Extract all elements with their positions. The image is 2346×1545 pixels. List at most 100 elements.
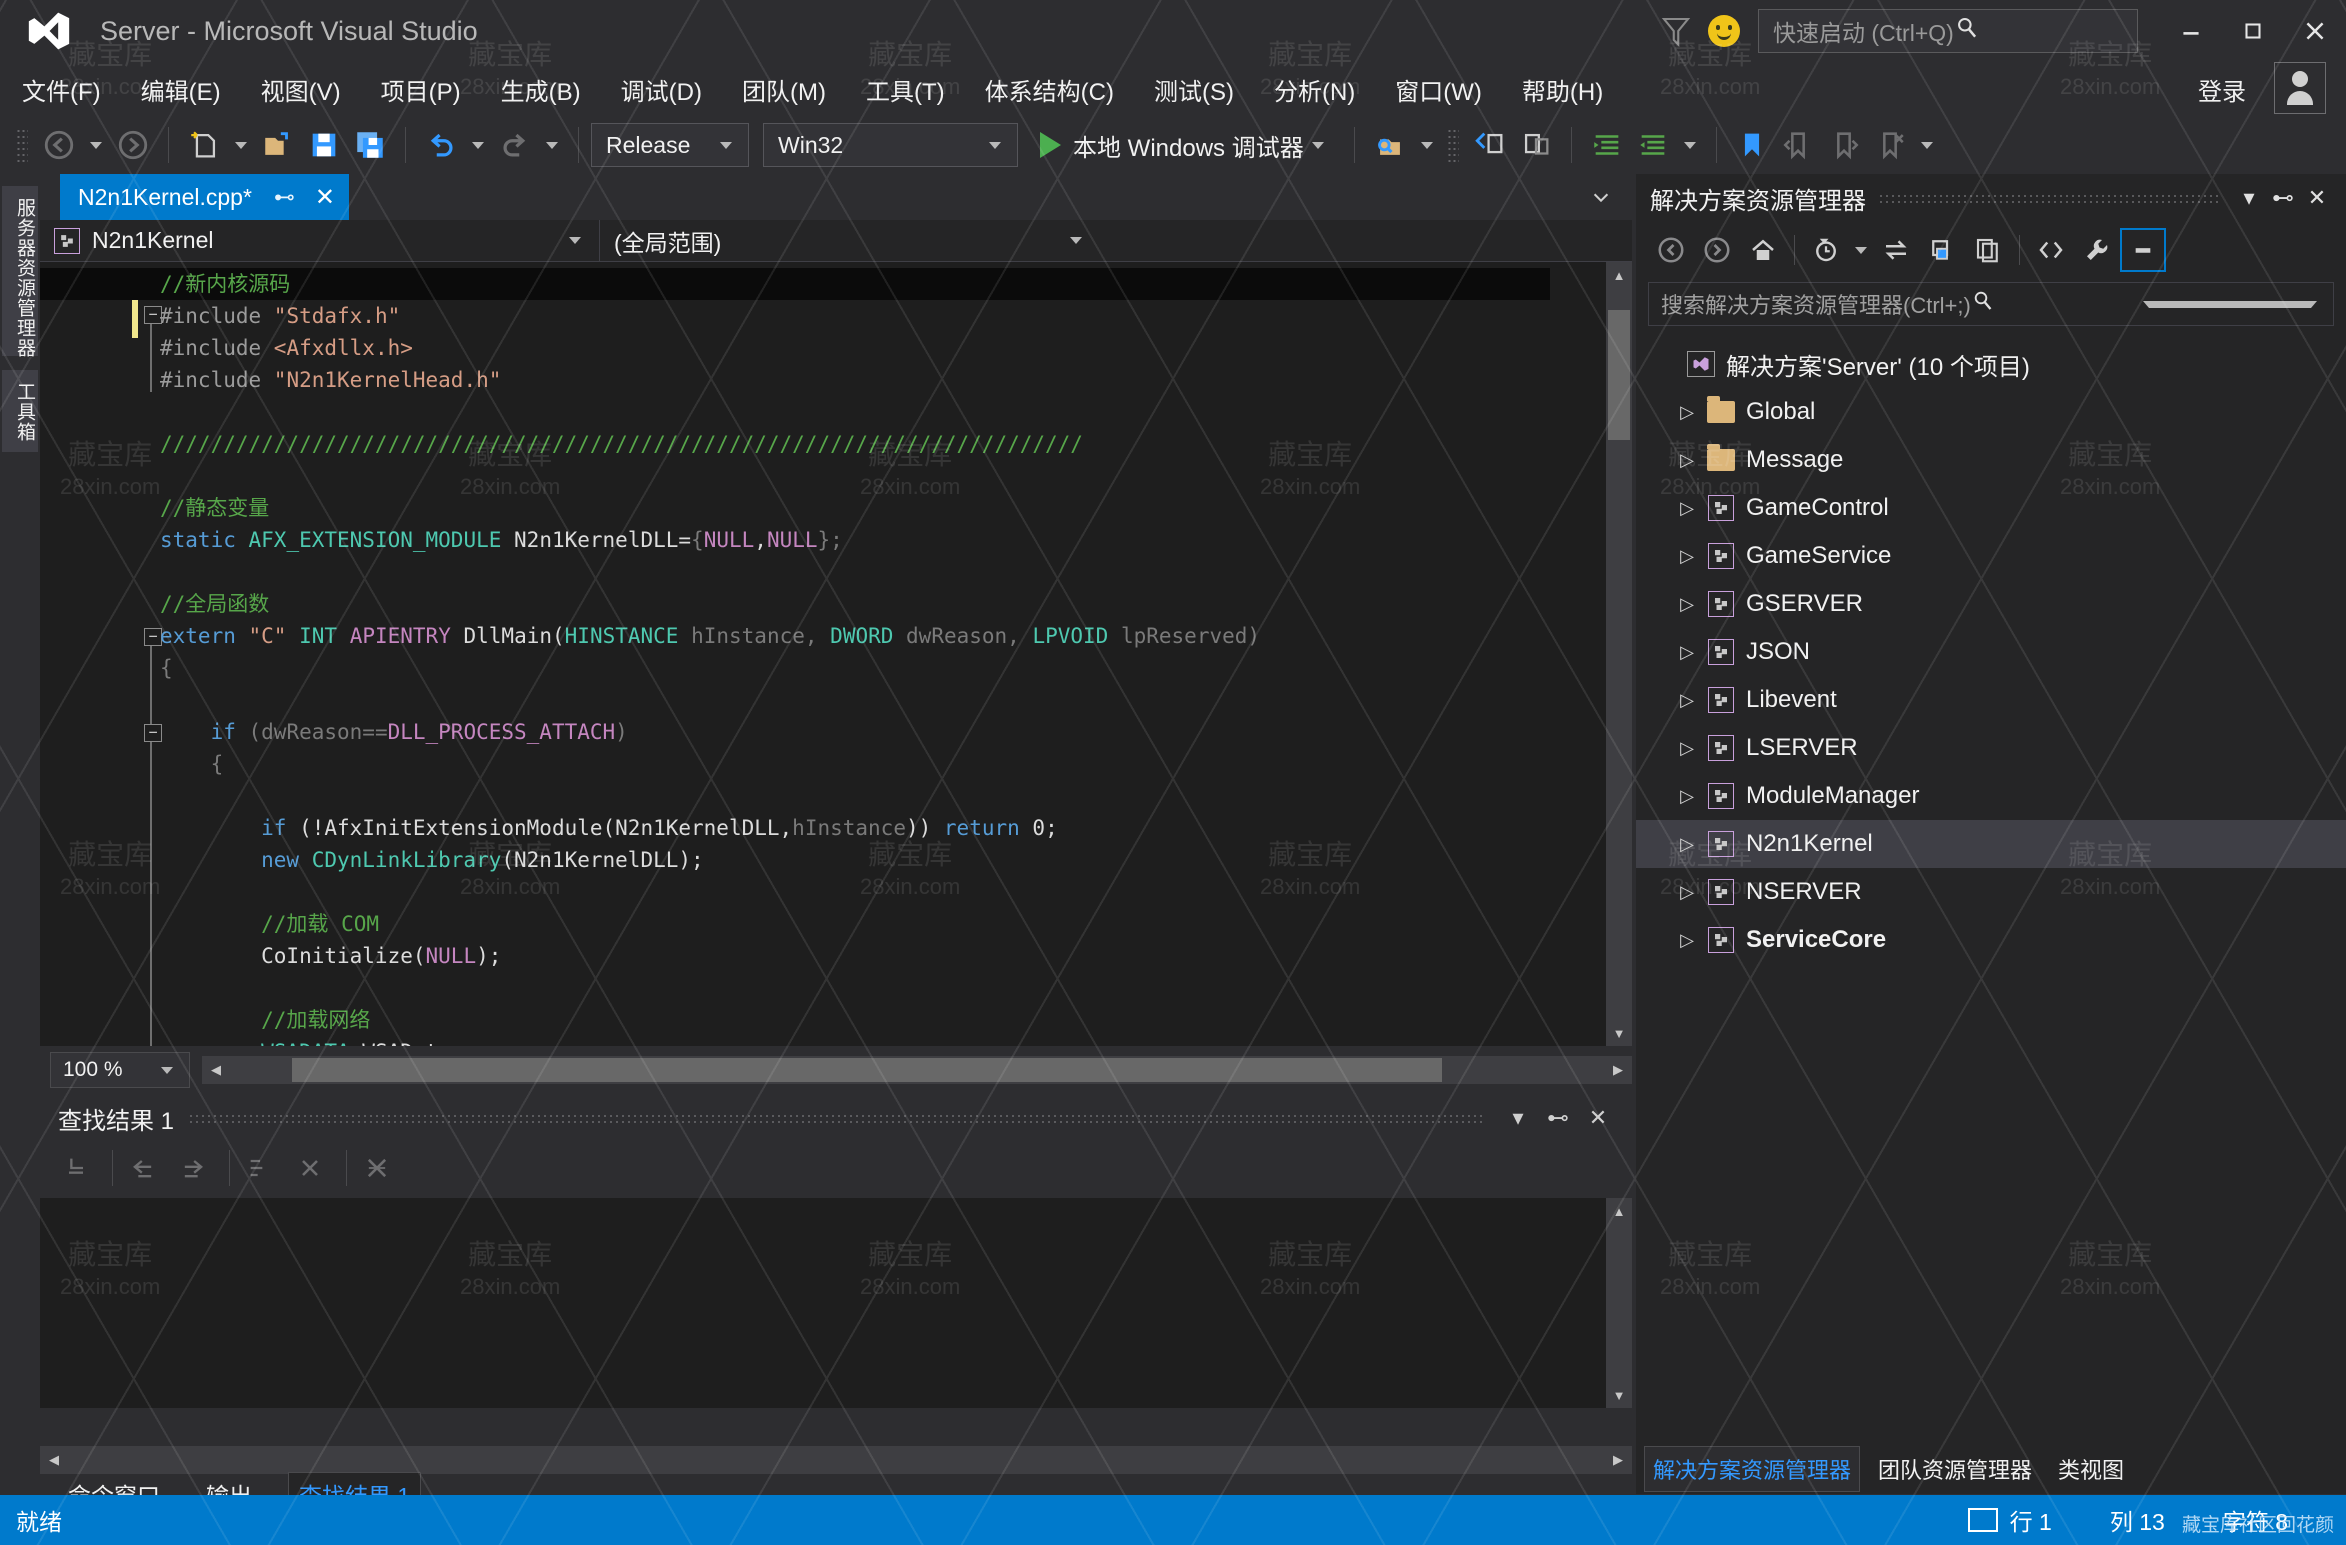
panel-drag-dots[interactable] <box>188 1113 1484 1123</box>
chevron-down-icon[interactable] <box>1588 186 1614 213</box>
cancel-search-icon[interactable] <box>355 1148 399 1188</box>
clear-bookmarks-icon[interactable] <box>1869 124 1911 166</box>
start-debug-button[interactable]: 本地 Windows 调试器 <box>1032 128 1332 163</box>
increase-indent-icon[interactable] <box>1586 124 1628 166</box>
menu-item-tools[interactable]: 工具(T) <box>866 72 945 107</box>
close-icon[interactable] <box>2284 0 2346 62</box>
expand-arrow-icon[interactable]: ▷ <box>1670 834 1704 855</box>
next-bookmark-icon[interactable] <box>1823 124 1865 166</box>
previous-result-icon[interactable] <box>121 1148 165 1188</box>
sync-with-active-document-icon[interactable] <box>1873 228 1919 272</box>
close-tab-icon[interactable]: ✕ <box>315 183 335 212</box>
chevron-down-icon[interactable] <box>1312 142 1324 149</box>
tree-item[interactable]: ▷Global <box>1636 388 2346 436</box>
chevron-down-icon[interactable] <box>1684 142 1696 149</box>
previous-bookmark-icon[interactable] <box>1777 124 1819 166</box>
menu-item-architecture[interactable]: 体系结构(C) <box>985 72 1114 107</box>
scope-combo-left[interactable]: N2n1Kernel <box>40 220 600 262</box>
pin-icon[interactable]: ⊷ <box>274 185 295 210</box>
redo-dropdown-caret-icon[interactable] <box>546 142 558 149</box>
zoom-level-combo[interactable]: 100 % <box>50 1052 190 1088</box>
scope-combo-right[interactable]: (全局范围) <box>600 220 1100 262</box>
expand-arrow-icon[interactable]: ▷ <box>1670 930 1704 951</box>
show-all-files-icon[interactable] <box>1965 228 2011 272</box>
open-file-icon[interactable] <box>257 124 299 166</box>
tree-item[interactable]: ▷GameControl <box>1636 484 2346 532</box>
expand-arrow-icon[interactable]: ▷ <box>1670 450 1704 471</box>
expand-arrow-icon[interactable]: ▷ <box>1670 498 1704 519</box>
chevron-down-icon[interactable] <box>1921 142 1933 149</box>
toolbar-grip[interactable] <box>1447 128 1459 162</box>
search-icon[interactable] <box>1954 15 2127 47</box>
expand-arrow-icon[interactable]: ▷ <box>1670 594 1704 615</box>
menu-item-build[interactable]: 生成(B) <box>501 72 581 107</box>
close-icon[interactable]: ✕ <box>2300 178 2334 218</box>
preview-selected-items-icon[interactable] <box>2120 228 2166 272</box>
tab-solution-explorer[interactable]: 解决方案资源管理器 <box>1644 1446 1860 1492</box>
chevron-down-icon[interactable] <box>569 237 581 244</box>
scroll-left-icon[interactable]: ◀ <box>202 1056 230 1084</box>
bookmark-icon[interactable] <box>1731 124 1773 166</box>
undo-dropdown-caret-icon[interactable] <box>472 142 484 149</box>
tree-item[interactable]: ▷GSERVER <box>1636 580 2346 628</box>
editor-vertical-scrollbar[interactable]: ▲ ▼ <box>1606 262 1632 1046</box>
pin-icon[interactable]: ⊷ <box>2266 178 2300 218</box>
document-tab-n2n1kernel-cpp[interactable]: N2n1Kernel.cpp* ⊷ ✕ <box>60 174 349 220</box>
scrollbar-thumb[interactable] <box>292 1058 1442 1082</box>
expand-arrow-icon[interactable]: ▷ <box>1670 642 1704 663</box>
new-file-icon[interactable] <box>183 124 225 166</box>
panel-drag-dots[interactable] <box>1878 193 2220 203</box>
refresh-icon[interactable] <box>1919 228 1965 272</box>
next-result-icon[interactable] <box>171 1148 215 1188</box>
tree-item-selected[interactable]: ▷N2n1Kernel <box>1636 820 2346 868</box>
undo-icon[interactable] <box>420 124 462 166</box>
find-results-horizontal-scrollbar[interactable]: ◀ ▶ <box>40 1446 1632 1474</box>
tree-item[interactable]: ▷JSON <box>1636 628 2346 676</box>
back-dropdown-caret-icon[interactable] <box>90 142 102 149</box>
tree-item[interactable]: 解决方案'Server' (10 个项目) <box>1636 340 2346 388</box>
platform-combo[interactable]: Win32 <box>763 123 1018 167</box>
menu-item-project[interactable]: 项目(P) <box>381 72 461 107</box>
navigate-forward-icon[interactable] <box>112 124 154 166</box>
sort-results-icon[interactable] <box>238 1148 282 1188</box>
sidebar-tab-toolbox[interactable]: 工具箱 <box>2 370 38 452</box>
expand-arrow-icon[interactable]: ▷ <box>1670 546 1704 567</box>
expand-arrow-icon[interactable]: ▷ <box>1670 402 1704 423</box>
new-file-dropdown-caret-icon[interactable] <box>235 142 247 149</box>
menu-item-debug[interactable]: 调试(D) <box>621 72 702 107</box>
maximize-icon[interactable] <box>2222 0 2284 62</box>
user-account-icon[interactable] <box>2274 62 2326 114</box>
tree-item[interactable]: ▷GameService <box>1636 532 2346 580</box>
editor-horizontal-scrollbar[interactable]: ◀ ▶ <box>202 1056 1632 1084</box>
menu-item-test[interactable]: 测试(S) <box>1154 72 1234 107</box>
save-all-icon[interactable] <box>349 124 391 166</box>
view-code-icon[interactable] <box>2028 228 2074 272</box>
tab-team-explorer[interactable]: 团队资源管理器 <box>1870 1447 2040 1491</box>
scroll-left-icon[interactable]: ◀ <box>40 1446 68 1474</box>
back-icon[interactable] <box>1648 228 1694 272</box>
tree-item[interactable]: ▷ModuleManager <box>1636 772 2346 820</box>
decrease-indent-icon[interactable] <box>1632 124 1674 166</box>
go-to-location-icon[interactable] <box>54 1148 98 1188</box>
chevron-down-icon[interactable]: ▾ <box>1498 1098 1538 1138</box>
menu-item-analyze[interactable]: 分析(N) <box>1274 72 1355 107</box>
menu-item-view[interactable]: 视图(V) <box>261 72 341 107</box>
find-results-list[interactable]: ▲ ▼ <box>40 1198 1632 1408</box>
find-results-vertical-scrollbar[interactable]: ▲ ▼ <box>1606 1198 1632 1408</box>
menu-item-team[interactable]: 团队(M) <box>742 72 826 107</box>
properties-wrench-icon[interactable] <box>2074 228 2120 272</box>
chevron-down-icon[interactable] <box>2143 301 2317 308</box>
comment-selection-icon[interactable] <box>1469 124 1511 166</box>
clear-results-icon[interactable] <box>288 1148 332 1188</box>
scroll-right-icon[interactable]: ▶ <box>1604 1446 1632 1474</box>
chevron-down-icon[interactable] <box>161 1067 173 1074</box>
scroll-down-icon[interactable]: ▼ <box>1606 1020 1632 1046</box>
tree-item[interactable]: ▷LSERVER <box>1636 724 2346 772</box>
scrollbar-thumb[interactable] <box>1608 310 1630 440</box>
uncomment-selection-icon[interactable] <box>1515 124 1557 166</box>
save-icon[interactable] <box>303 124 345 166</box>
chevron-down-icon[interactable] <box>1855 247 1867 254</box>
expand-arrow-icon[interactable]: ▷ <box>1670 882 1704 903</box>
expand-arrow-icon[interactable]: ▷ <box>1670 738 1704 759</box>
pending-changes-filter-icon[interactable] <box>1803 228 1849 272</box>
